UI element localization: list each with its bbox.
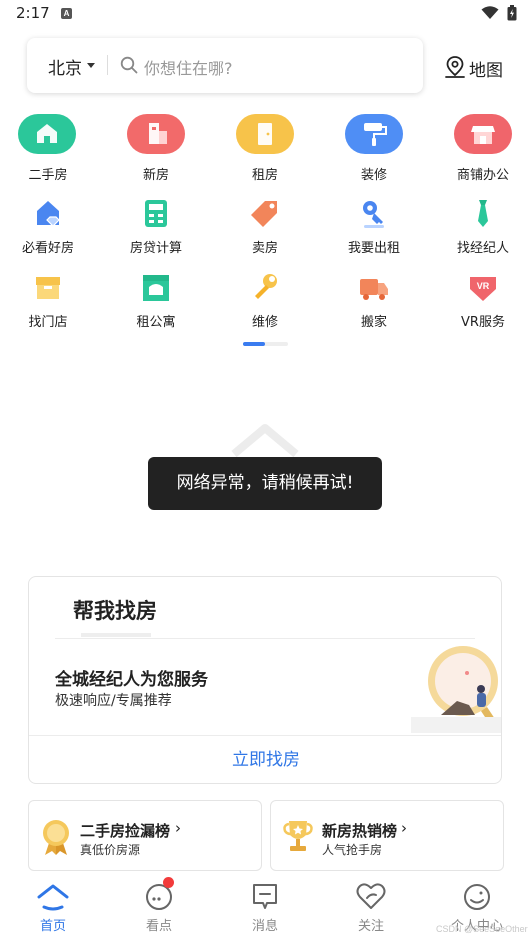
building-icon bbox=[127, 114, 185, 154]
title-underline bbox=[81, 633, 151, 637]
ranking-title: 新房热销榜 bbox=[322, 822, 398, 840]
search-input[interactable]: 你想住在哪? bbox=[144, 55, 233, 79]
heart-icon bbox=[356, 883, 386, 909]
house-icon bbox=[18, 114, 76, 154]
wifi-icon bbox=[481, 6, 499, 19]
tab-label: 关注 bbox=[357, 919, 384, 934]
message-icon bbox=[253, 884, 277, 909]
find-house-headline: 全城经纪人为您服务 bbox=[55, 670, 208, 690]
page-indicator-active bbox=[243, 342, 265, 346]
nav-label: 房贷计算 bbox=[129, 241, 182, 256]
nav-decoration[interactable]: 装修 bbox=[326, 114, 422, 184]
wrench-icon bbox=[255, 274, 277, 299]
nav-label: 租房 bbox=[251, 168, 278, 183]
nav-label: 找门店 bbox=[28, 315, 68, 330]
second-hand-ranking-card[interactable]: 二手房捡漏榜 真低价房源 › bbox=[28, 800, 262, 871]
page-indicator bbox=[243, 342, 288, 346]
key-icon bbox=[363, 201, 384, 228]
price-tag-icon bbox=[251, 201, 277, 227]
nav-rent[interactable]: 租房 bbox=[217, 114, 313, 184]
nav-label: 必看好房 bbox=[21, 241, 74, 256]
nav-find-agent[interactable]: 找经纪人 bbox=[435, 197, 530, 257]
trophy-icon bbox=[283, 821, 313, 851]
battery-icon bbox=[507, 5, 517, 21]
tab-label: 消息 bbox=[251, 919, 278, 934]
shop-icon bbox=[454, 114, 512, 154]
ranking-subtitle: 真低价房源 bbox=[80, 843, 141, 857]
tab-messages[interactable]: 消息 bbox=[225, 875, 305, 942]
nav-new-house[interactable]: 新房 bbox=[108, 114, 204, 184]
nav-commercial[interactable]: 商铺办公 bbox=[435, 114, 530, 184]
secondary-nav-row-1: 必看好房 房贷计算 卖房 我要出租 找经纪人 bbox=[0, 197, 530, 257]
chevron-right-icon: › bbox=[175, 819, 181, 837]
nav-find-store[interactable]: 找门店 bbox=[0, 271, 96, 331]
nav-label: 新房 bbox=[142, 168, 169, 183]
secondary-nav-row-2: 找门店 租公寓 维修 搬家 VR VR服务 bbox=[0, 271, 530, 331]
tab-discover[interactable]: 看点 bbox=[119, 875, 199, 942]
ranking-title: 二手房捡漏榜 bbox=[80, 822, 171, 840]
apartment-icon bbox=[143, 275, 169, 301]
profile-icon bbox=[464, 884, 490, 910]
notification-a-icon: A bbox=[61, 8, 72, 19]
nav-label: 租公寓 bbox=[136, 315, 176, 330]
find-house-now-button[interactable]: 立即找房 bbox=[29, 736, 501, 783]
home-icon bbox=[37, 884, 69, 911]
tab-label: 看点 bbox=[145, 919, 172, 934]
nav-label: 搬家 bbox=[360, 315, 387, 330]
store-icon bbox=[36, 277, 60, 299]
tab-label: 首页 bbox=[39, 919, 66, 934]
chevron-right-icon: › bbox=[401, 819, 407, 837]
paint-roller-icon bbox=[345, 114, 403, 154]
status-bar: 2:17 A bbox=[0, 0, 530, 28]
nav-second-hand[interactable]: 二手房 bbox=[0, 114, 96, 184]
nav-label: 二手房 bbox=[28, 168, 68, 183]
city-selector[interactable]: 北京 bbox=[48, 54, 82, 79]
nav-moving[interactable]: 搬家 bbox=[326, 271, 422, 331]
tie-icon bbox=[478, 200, 488, 227]
nav-sell[interactable]: 卖房 bbox=[217, 197, 313, 257]
nav-label: 卖房 bbox=[251, 241, 278, 256]
chevron-down-icon[interactable] bbox=[87, 63, 95, 68]
find-house-title: 帮我找房 bbox=[73, 599, 157, 623]
tab-follow[interactable]: 关注 bbox=[331, 875, 411, 942]
diamond-house-icon bbox=[37, 201, 60, 227]
notification-badge bbox=[163, 877, 174, 888]
find-house-subtitle: 极速响应/专属推荐 bbox=[55, 693, 172, 709]
map-pin-icon bbox=[445, 56, 465, 78]
primary-nav: 二手房 新房 租房 装修 商铺办公 bbox=[0, 114, 530, 184]
network-error-toast: 网络异常，请稍候再试! bbox=[148, 457, 382, 510]
door-icon bbox=[236, 114, 294, 154]
nav-mortgage-calc[interactable]: 房贷计算 bbox=[108, 197, 204, 257]
nav-label: 找经纪人 bbox=[456, 241, 509, 256]
nav-vr-service[interactable]: VR VR服务 bbox=[435, 271, 530, 331]
search-bar[interactable]: 北京 你想住在哪? bbox=[27, 38, 423, 93]
vr-icon: VR bbox=[470, 277, 496, 301]
svg-text:VR: VR bbox=[477, 281, 490, 291]
nav-label: 装修 bbox=[360, 168, 387, 183]
nav-apartment[interactable]: 租公寓 bbox=[108, 271, 204, 331]
ranking-subtitle: 人气抢手房 bbox=[322, 843, 383, 857]
map-label: 地图 bbox=[469, 61, 503, 81]
watermark: CSDN @SeeSeeOther bbox=[436, 924, 528, 934]
divider bbox=[55, 638, 475, 639]
nav-label: 维修 bbox=[251, 315, 278, 330]
loading-chevron-icon bbox=[231, 424, 299, 458]
search-divider bbox=[107, 55, 108, 75]
calculator-icon bbox=[145, 200, 167, 227]
nav-label: VR服务 bbox=[461, 315, 505, 330]
search-icon bbox=[120, 56, 138, 74]
status-time: 2:17 bbox=[16, 4, 50, 22]
magnifier-illustration bbox=[411, 646, 501, 733]
truck-icon bbox=[360, 279, 388, 300]
nav-label: 我要出租 bbox=[347, 241, 400, 256]
nav-rent-out[interactable]: 我要出租 bbox=[326, 197, 422, 257]
nav-must-see[interactable]: 必看好房 bbox=[0, 197, 96, 257]
medal-icon bbox=[43, 820, 69, 855]
nav-label: 商铺办公 bbox=[456, 168, 509, 183]
tab-home[interactable]: 首页 bbox=[13, 875, 93, 942]
find-house-card: 帮我找房 全城经纪人为您服务 极速响应/专属推荐 立即找房 bbox=[28, 576, 502, 784]
nav-repair[interactable]: 维修 bbox=[217, 271, 313, 331]
new-house-ranking-card[interactable]: 新房热销榜 人气抢手房 › bbox=[270, 800, 504, 871]
